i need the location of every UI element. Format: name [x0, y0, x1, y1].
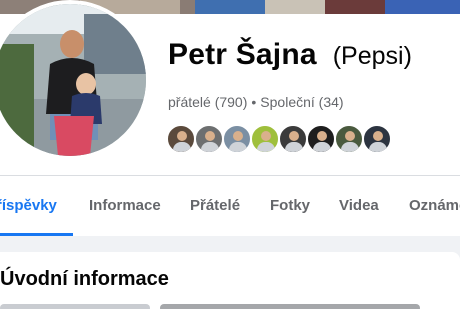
- avatar-body-shape: [313, 142, 331, 152]
- avatar-head-shape: [233, 131, 243, 141]
- intro-text-line: [0, 304, 150, 309]
- avatar-head-shape: [205, 131, 215, 141]
- friend-avatar-6[interactable]: [306, 124, 336, 154]
- friend-avatar-3[interactable]: [222, 124, 252, 154]
- avatar-body-shape: [341, 142, 359, 152]
- intro-text-line: [160, 304, 420, 309]
- profile-nickname: (Pepsi): [332, 42, 412, 70]
- tab-videos[interactable]: Videa: [339, 176, 379, 236]
- avatar-body-shape: [285, 142, 303, 152]
- avatar-body-shape: [201, 142, 219, 152]
- profile-avatar[interactable]: [0, 0, 150, 160]
- friend-avatar-4[interactable]: [250, 124, 280, 154]
- friend-avatar-5[interactable]: [278, 124, 308, 154]
- intro-title: Úvodní informace: [0, 268, 169, 290]
- avatar-body-shape: [229, 142, 247, 152]
- active-tab-indicator: [0, 233, 73, 236]
- tab-about[interactable]: Informace: [89, 176, 161, 236]
- profile-photo-image: [0, 4, 146, 156]
- avatar-body-shape: [173, 142, 191, 152]
- avatar-head-shape: [373, 131, 383, 141]
- tab-photos[interactable]: Fotky: [270, 176, 310, 236]
- tab-announcements[interactable]: Oznámе: [409, 176, 460, 236]
- avatar-body-shape: [257, 142, 275, 152]
- avatar-head-shape: [289, 131, 299, 141]
- separator-dot: •: [251, 94, 257, 110]
- mutual-friends-link[interactable]: Společní (34): [260, 94, 343, 110]
- profile-header: Petr Šajna (Pepsi) přátelé (790) • Společn…: [0, 0, 460, 175]
- friends-avatar-stack: [166, 124, 392, 154]
- friend-avatar-1[interactable]: [166, 124, 196, 154]
- intro-card: Úvodní informace: [0, 252, 460, 309]
- avatar-head-shape: [345, 131, 355, 141]
- friend-avatar-2[interactable]: [194, 124, 224, 154]
- avatar-head-shape: [177, 131, 187, 141]
- profile-name: Petr Šajna: [168, 38, 317, 71]
- profile-page: Petr Šajna (Pepsi) přátelé (790) • Společn…: [0, 0, 460, 309]
- avatar-head-shape: [261, 131, 271, 141]
- friend-avatar-8[interactable]: [362, 124, 392, 154]
- name-row: Petr Šajna (Pepsi): [168, 38, 412, 72]
- avatar-body-shape: [369, 142, 387, 152]
- friend-avatar-7[interactable]: [334, 124, 364, 154]
- tab-friends[interactable]: Přátelé: [190, 176, 240, 236]
- tab-posts[interactable]: říspěvky: [0, 176, 57, 236]
- avatar-head-shape: [317, 131, 327, 141]
- friends-count-link[interactable]: přátelé (790): [168, 94, 247, 110]
- profile-tabs: říspěvky Informace Přátelé Fotky Videa O…: [0, 175, 460, 236]
- friends-summary: přátelé (790) • Společní (34): [168, 94, 344, 110]
